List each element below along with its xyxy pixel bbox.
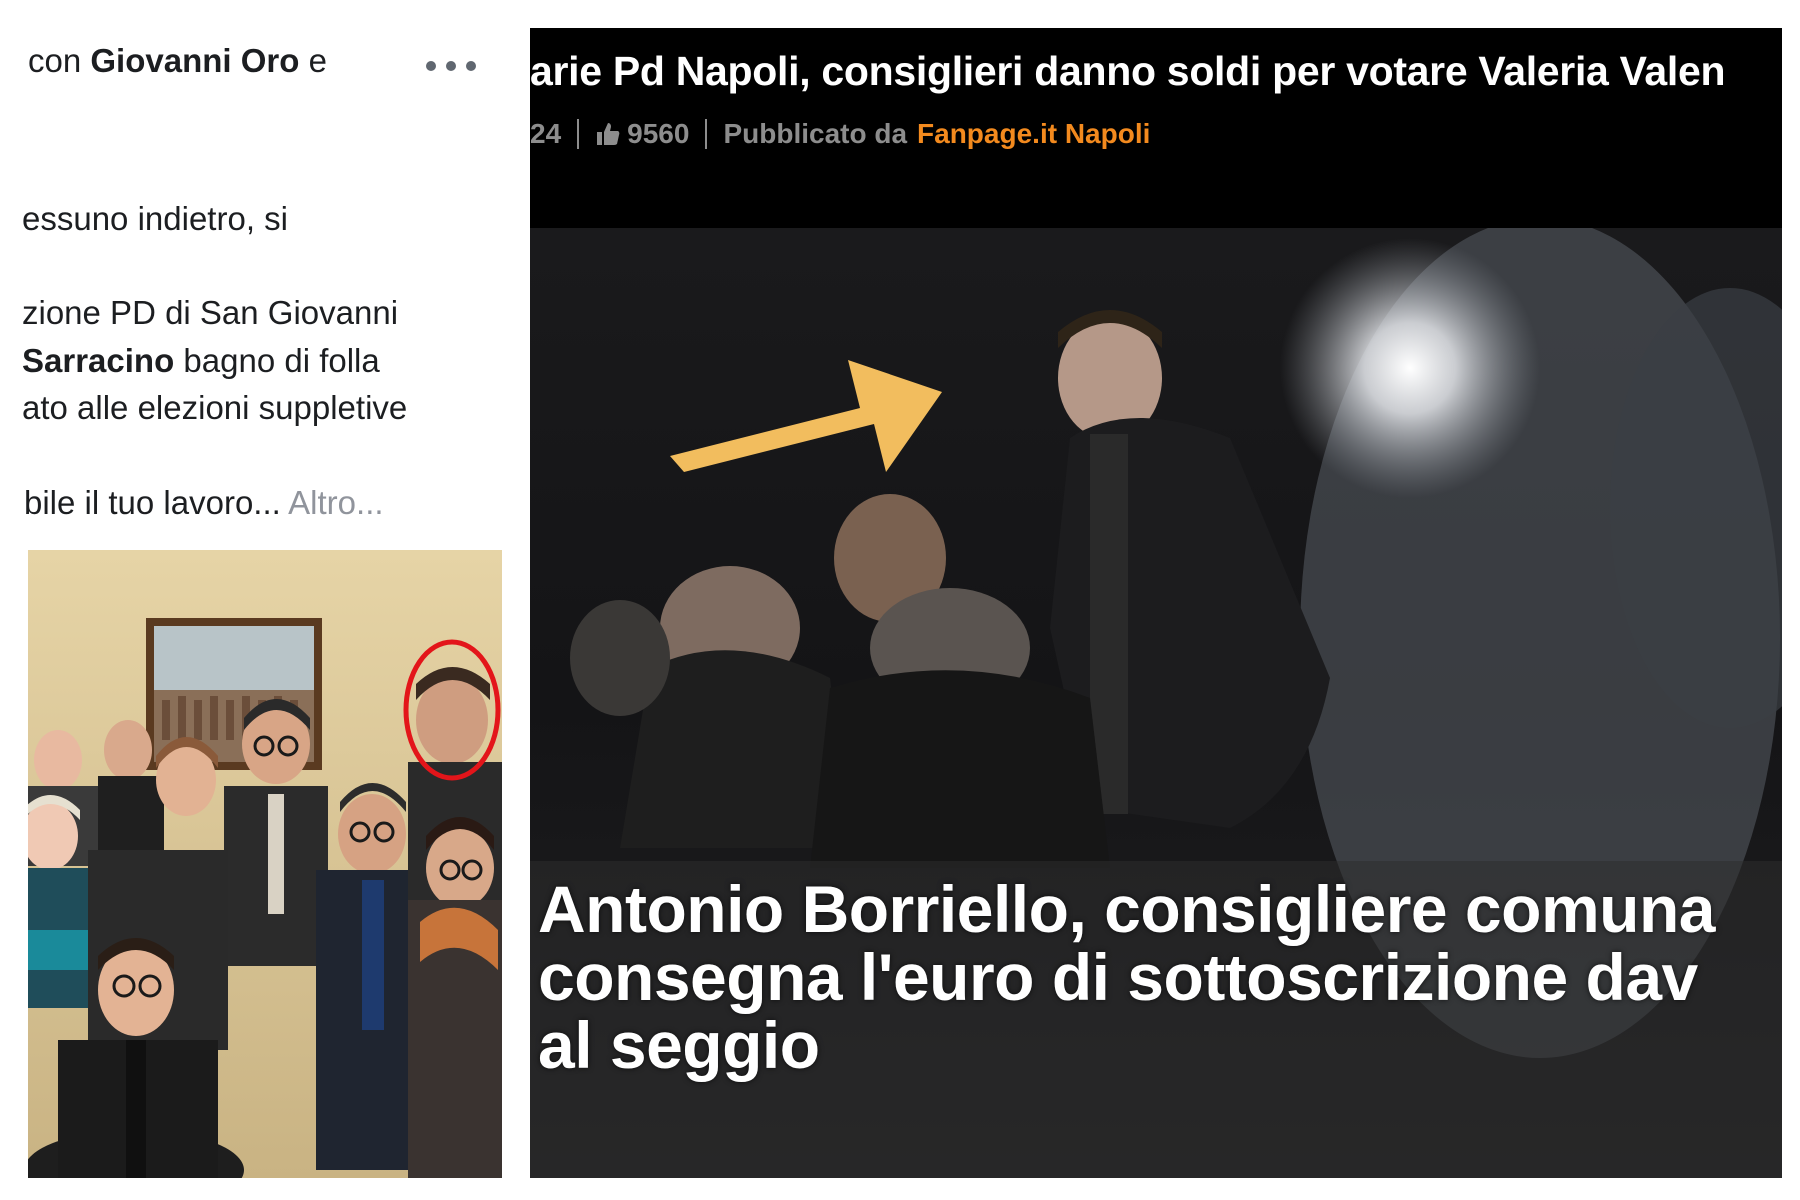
caption-line-1: Antonio Borriello, consigliere comuna <box>538 872 1715 946</box>
caption-line-3: al seggio <box>538 1008 820 1082</box>
post-text-line-1: essuno indietro, si <box>22 200 288 237</box>
post-text-line-2: zione PD di San Giovanni <box>22 294 399 331</box>
video-player: arie Pd Napoli, consiglieri danno soldi … <box>530 28 1782 1178</box>
bold-name[interactable]: Sarracino <box>22 342 174 379</box>
collage: con Giovanni Oro e essuno indietro, si z… <box>0 0 1800 1200</box>
caption-line-2: consegna l'euro di sottoscrizione dav <box>538 940 1698 1014</box>
tagged-people-line: con Giovanni Oro e <box>28 44 327 77</box>
meta-divider <box>705 119 708 149</box>
post-text-line-5: bile il tuo lavoro... Altro... <box>24 486 384 519</box>
video-title[interactable]: arie Pd Napoli, consiglieri danno soldi … <box>530 48 1726 95</box>
post-text-line-4: ato alle elezioni suppletive <box>22 389 408 426</box>
video-meta-row: 24 9560 Pubblicato da Fanpage.it Napoli <box>530 114 1150 154</box>
thumbs-up-icon[interactable] <box>595 121 621 147</box>
group-photo-image <box>28 550 502 1178</box>
caption-band: Antonio Borriello, consigliere comuna co… <box>530 861 1782 1178</box>
tag-suffix: e <box>299 42 327 79</box>
post-text-line-3: Sarracino bagno di folla <box>22 344 380 377</box>
video-frame[interactable]: Antonio Borriello, consigliere comuna co… <box>530 228 1782 1178</box>
facebook-post: con Giovanni Oro e essuno indietro, si z… <box>0 0 514 1200</box>
tagged-person-link[interactable]: Giovanni Oro <box>90 42 299 79</box>
views-count: 24 <box>530 118 562 149</box>
post-text-line-5-text: bile il tuo lavoro... <box>24 484 281 521</box>
published-label: Pubblicato da <box>723 118 908 149</box>
likes-count: 9560 <box>627 118 690 149</box>
group-photo[interactable] <box>28 550 502 1178</box>
more-options-icon[interactable] <box>426 48 476 84</box>
publisher-link[interactable]: Fanpage.it Napoli <box>917 118 1150 150</box>
meta-divider <box>577 119 580 149</box>
see-more-link[interactable]: Altro... <box>288 484 383 521</box>
post-text-line-3-rest: bagno di folla <box>174 342 380 379</box>
video-header: arie Pd Napoli, consiglieri danno soldi … <box>530 28 1782 228</box>
tag-prefix: con <box>28 42 91 79</box>
